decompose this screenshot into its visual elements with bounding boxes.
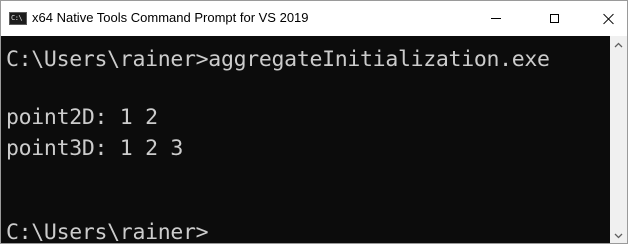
vertical-scrollbar[interactable] xyxy=(610,36,627,243)
command-prompt-icon[interactable]: C:\ xyxy=(9,12,27,25)
console-line: point3D: 1 2 3 xyxy=(6,136,184,161)
window-title: x64 Native Tools Command Prompt for VS 2… xyxy=(32,10,309,25)
minimize-icon xyxy=(491,18,501,19)
close-button[interactable] xyxy=(585,1,627,36)
scroll-up-button[interactable] xyxy=(610,36,627,53)
maximize-icon xyxy=(549,14,559,23)
chevron-down-icon xyxy=(614,233,623,238)
console-output[interactable]: C:\Users\rainer>aggregateInitialization.… xyxy=(1,36,610,244)
console-line: C:\Users\rainer>aggregateInitialization.… xyxy=(6,47,550,72)
minimize-button[interactable] xyxy=(473,1,519,36)
maximize-button[interactable] xyxy=(531,1,577,36)
scrollbar-thumb[interactable] xyxy=(614,64,623,214)
close-icon xyxy=(603,13,614,24)
console-window: C:\ x64 Native Tools Command Prompt for … xyxy=(0,0,628,244)
chevron-up-icon xyxy=(614,42,623,47)
scroll-down-button[interactable] xyxy=(610,227,627,243)
title-bar[interactable]: C:\ x64 Native Tools Command Prompt for … xyxy=(1,1,627,36)
console-line: C:\Users\rainer> xyxy=(6,220,209,244)
console-line: point2D: 1 2 xyxy=(6,105,158,130)
